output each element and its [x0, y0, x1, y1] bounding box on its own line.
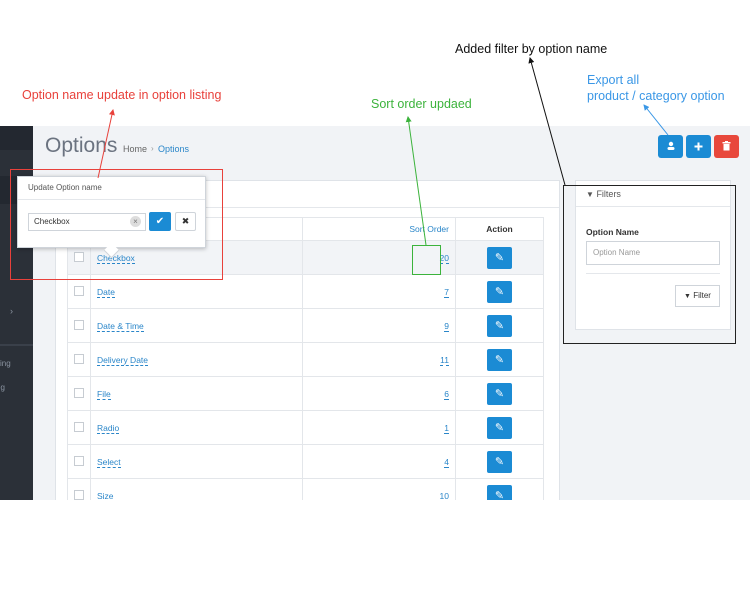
- arrow-export: [643, 104, 669, 136]
- arrow-popup: [97, 109, 115, 179]
- arrow-filter: [528, 57, 566, 186]
- annotation-arrows: [97, 57, 669, 246]
- arrow-sort-order: [405, 116, 427, 246]
